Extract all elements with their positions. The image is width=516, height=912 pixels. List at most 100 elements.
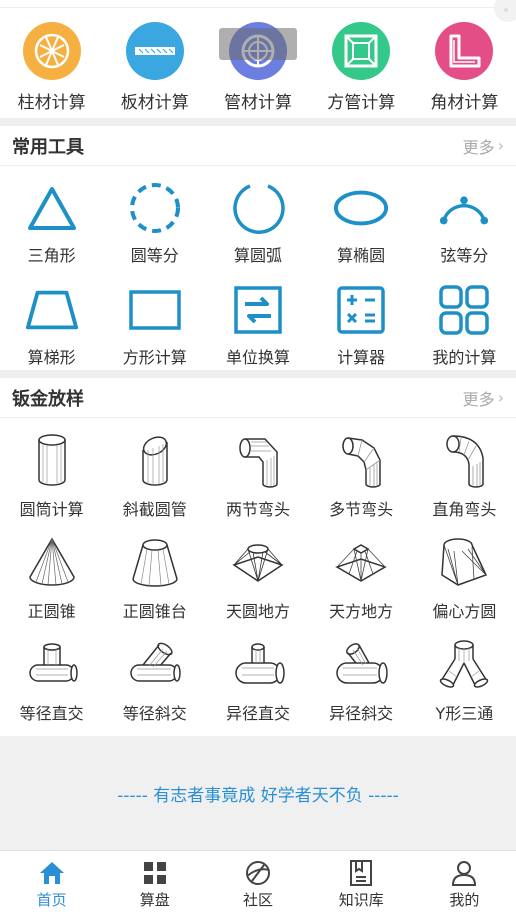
tool-label: 算梯形 <box>27 348 76 367</box>
tool-label: 我的计算 <box>432 348 497 367</box>
y-branch-icon <box>434 636 494 692</box>
ellipse-icon <box>333 182 389 234</box>
chord-divide-icon <box>436 182 492 234</box>
sheet-label: 正圆锥台 <box>122 602 187 621</box>
toast-overlay <box>219 28 297 60</box>
more-label: 更多 <box>462 137 495 157</box>
sheet-eccentric-transition[interactable]: 偏心方圆 <box>413 520 516 622</box>
category-square-tube[interactable]: 方管计算 <box>310 22 413 118</box>
square-to-square-icon <box>331 534 391 590</box>
round-to-square-icon <box>228 534 288 590</box>
sheet-label: 多节弯头 <box>329 500 394 519</box>
arc-icon <box>230 182 286 234</box>
multi-section-elbow-icon <box>331 432 391 488</box>
tool-my-calc[interactable]: 我的计算 <box>413 268 516 370</box>
category-plate[interactable]: 板材计算 <box>103 22 206 118</box>
tool-ellipse[interactable]: 算椭圆 <box>310 166 413 268</box>
sheet-square-to-square[interactable]: 天方地方 <box>310 520 413 622</box>
tab-label: 社区 <box>243 891 274 909</box>
cylinder-icon <box>22 432 82 488</box>
tool-rectangle[interactable]: 方形计算 <box>103 268 206 370</box>
calculator-icon <box>333 284 389 336</box>
tool-label: 计算器 <box>337 348 386 367</box>
triangle-icon <box>24 182 80 234</box>
sheet-label: Y形三通 <box>435 704 494 723</box>
sheet-label: 直角弯头 <box>432 500 497 519</box>
more-link[interactable]: 更多 › <box>463 134 504 158</box>
section-gap <box>0 118 516 126</box>
tool-trapezoid[interactable]: 算梯形 <box>0 268 103 370</box>
tab-community[interactable]: 社区 <box>206 851 309 912</box>
sheet-cylinder[interactable]: 圆筒计算 <box>0 418 103 520</box>
plate-icon <box>125 22 184 80</box>
category-angle[interactable]: 角材计算 <box>413 22 516 118</box>
two-section-elbow-icon <box>228 432 288 488</box>
sheet-label: 等径直交 <box>19 704 84 723</box>
tool-chord-divide[interactable]: 弦等分 <box>413 166 516 268</box>
sheet-multi-section-elbow[interactable]: 多节弯头 <box>310 418 413 520</box>
motto-banner: ----- 有志者事竟成 好学者天不负 ----- <box>0 736 516 850</box>
oblique-pipe-icon <box>125 432 185 488</box>
category-label: 板材计算 <box>120 93 189 113</box>
equal-oblique-tee-icon <box>125 636 185 692</box>
bottom-tab-bar: 首页 算盘 社区 知识库 我的 <box>0 850 516 912</box>
sheet-metal-grid: 圆筒计算 斜截圆管 两节弯头 多节弯头 直角弯头 正圆锥 正圆锥台 天圆地方 天… <box>0 418 516 724</box>
sheet-label: 等径斜交 <box>122 704 187 723</box>
sheet-frustum[interactable]: 正圆锥台 <box>103 520 206 622</box>
category-column[interactable]: 柱材计算 <box>0 22 103 118</box>
eccentric-transition-icon <box>434 534 494 590</box>
equal-tee-icon <box>22 636 82 692</box>
unit-convert-icon <box>230 284 286 336</box>
tool-label: 弦等分 <box>440 246 489 265</box>
tab-label: 我的 <box>449 891 480 909</box>
chevron-right-icon: › <box>497 388 504 407</box>
sheet-label: 异径直交 <box>225 704 290 723</box>
sheet-cone[interactable]: 正圆锥 <box>0 520 103 622</box>
reducing-oblique-tee-icon <box>331 636 391 692</box>
tool-circle-divide[interactable]: 圆等分 <box>103 166 206 268</box>
sheet-reducing-tee[interactable]: 异径直交 <box>206 622 309 724</box>
trapezoid-icon <box>24 284 80 336</box>
sheet-equal-tee[interactable]: 等径直交 <box>0 622 103 724</box>
tool-triangle[interactable]: 三角形 <box>0 166 103 268</box>
book-icon <box>347 859 375 887</box>
tool-arc[interactable]: 算圆弧 <box>206 166 309 268</box>
tab-knowledge[interactable]: 知识库 <box>310 851 413 912</box>
sheet-label: 两节弯头 <box>225 500 290 519</box>
sheet-label: 斜截圆管 <box>122 500 187 519</box>
category-row: 柱材计算 板材计算 管材计算 方管计算 角材计算 <box>0 8 516 118</box>
tool-label: 三角形 <box>27 246 76 265</box>
tool-label: 圆等分 <box>130 246 179 265</box>
sheet-label: 异径斜交 <box>329 704 394 723</box>
sheet-equal-oblique-tee[interactable]: 等径斜交 <box>103 622 206 724</box>
circle-divide-icon <box>127 182 183 234</box>
sheet-label: 天圆地方 <box>225 602 290 621</box>
user-icon <box>450 859 478 887</box>
sheet-y-branch[interactable]: Y形三通 <box>413 622 516 724</box>
sheet-metal-header: 钣金放样 更多 › <box>0 378 516 418</box>
more-link[interactable]: 更多 › <box>463 386 504 410</box>
tab-label: 首页 <box>36 891 67 909</box>
section-title: 常用工具 <box>12 136 84 158</box>
common-tools-header: 常用工具 更多 › <box>0 126 516 166</box>
sheet-right-angle-elbow[interactable]: 直角弯头 <box>413 418 516 520</box>
sheet-round-to-square[interactable]: 天圆地方 <box>206 520 309 622</box>
tab-me[interactable]: 我的 <box>413 851 516 912</box>
frustum-icon <box>125 534 185 590</box>
category-label: 管材计算 <box>224 93 292 113</box>
sheet-reducing-oblique-tee[interactable]: 异径斜交 <box>310 622 413 724</box>
sheet-two-section-elbow[interactable]: 两节弯头 <box>206 418 309 520</box>
tab-abacus[interactable]: 算盘 <box>103 851 206 912</box>
community-icon <box>244 859 272 887</box>
square-tube-icon <box>332 22 391 80</box>
sheet-oblique-pipe[interactable]: 斜截圆管 <box>103 418 206 520</box>
sheet-label: 偏心方圆 <box>432 602 497 621</box>
column-icon <box>22 22 81 80</box>
tool-label: 方形计算 <box>122 348 187 367</box>
tool-unit-convert[interactable]: 单位换算 <box>206 268 309 370</box>
cone-icon <box>22 534 82 590</box>
tool-calculator[interactable]: 计算器 <box>310 268 413 370</box>
my-calc-icon <box>436 284 492 336</box>
grid-icon <box>141 859 169 887</box>
tab-home[interactable]: 首页 <box>0 851 103 912</box>
